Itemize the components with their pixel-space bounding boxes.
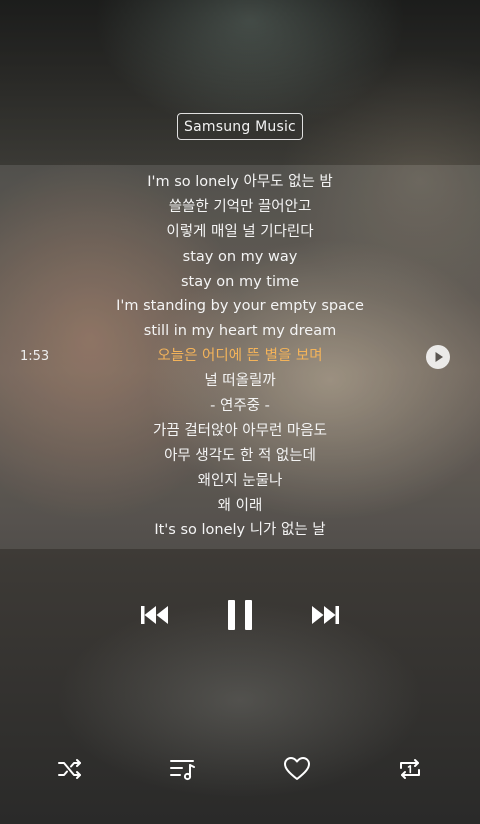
pause-button[interactable]	[222, 596, 258, 634]
lyric-line[interactable]: 아무 생각도 한 적 없는데	[0, 444, 480, 469]
skip-next-icon	[312, 606, 339, 624]
lyric-line[interactable]: 널 떠올릴까	[0, 369, 480, 394]
lyric-line[interactable]: 쓸쓸한 기억만 끌어안고	[0, 195, 480, 220]
play-icon	[435, 352, 443, 362]
next-track-button[interactable]	[308, 600, 342, 630]
lyric-line[interactable]: 이렇게 매일 널 기다린다	[0, 220, 480, 245]
playlist-icon	[170, 760, 195, 781]
app-label-badge: Samsung Music	[177, 113, 303, 140]
lyric-line[interactable]: 왜인지 눈물나	[0, 469, 480, 494]
repeat-one-icon	[400, 759, 420, 779]
previous-track-button[interactable]	[138, 600, 172, 630]
shuffle-button[interactable]	[55, 754, 85, 784]
repeat-button[interactable]	[395, 754, 425, 784]
lyric-line[interactable]: - 연주중 -	[0, 394, 480, 419]
lyric-line[interactable]: It's so lonely 니가 없는 날	[0, 518, 480, 543]
skip-previous-icon	[141, 606, 168, 624]
lyric-line[interactable]: 가끔 걸터앉아 아무런 마음도	[0, 419, 480, 444]
favorite-button[interactable]	[282, 754, 312, 784]
pause-icon	[228, 600, 252, 630]
lyric-line[interactable]: stay on my way	[0, 245, 480, 270]
lyric-line-current[interactable]: 오늘은 어디에 뜬 별을 보며	[0, 344, 480, 369]
lyric-line[interactable]: 왜 이래	[0, 494, 480, 519]
play-from-lyric-button[interactable]	[426, 345, 450, 369]
album-art-backdrop	[0, 0, 480, 165]
heart-outline-icon	[284, 757, 310, 780]
lyric-line[interactable]: I'm so lonely 아무도 없는 밤	[0, 170, 480, 195]
shuffle-icon	[58, 759, 81, 779]
lyric-timestamp: 1:53	[20, 349, 50, 364]
lyric-line[interactable]: stay on my time	[0, 270, 480, 295]
lyric-line[interactable]: still in my heart my dream	[0, 319, 480, 344]
lyric-line[interactable]: I'm standing by your empty space	[0, 294, 480, 319]
lyrics-view[interactable]: I'm so lonely 아무도 없는 밤 쓸쓸한 기억만 끌어안고 이렇게 …	[0, 170, 480, 549]
playlist-button[interactable]	[168, 754, 198, 784]
